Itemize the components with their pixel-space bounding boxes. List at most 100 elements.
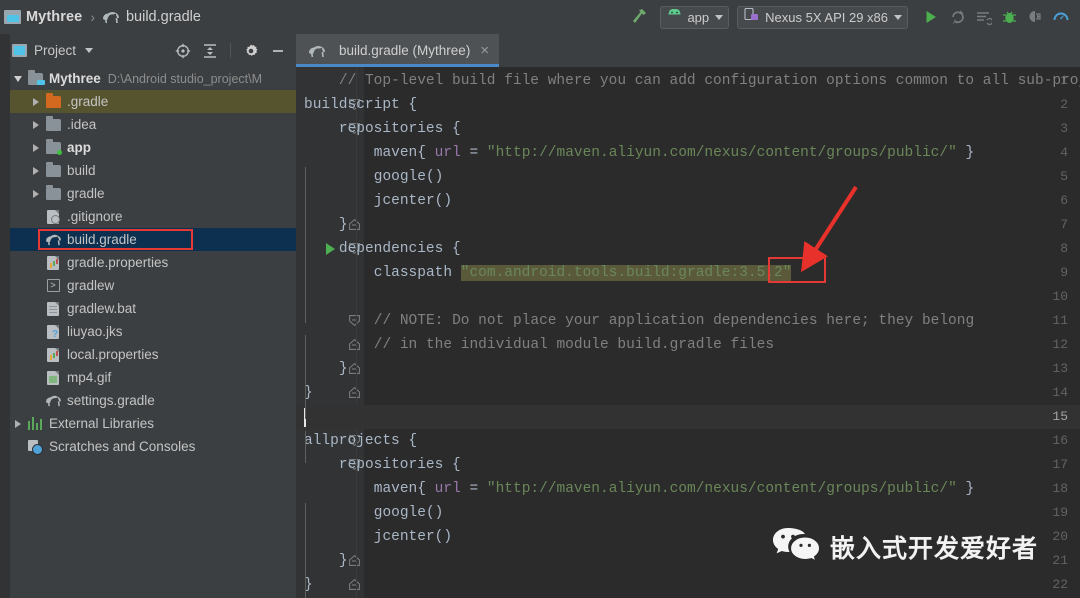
folder-icon (44, 115, 62, 131)
collapse-all-icon[interactable] (198, 39, 222, 63)
tree-item-local-properties[interactable]: local.properties (10, 343, 296, 366)
code-line[interactable]: repositories { (339, 453, 461, 477)
close-icon[interactable]: × (480, 43, 489, 58)
line-number: 4 (1060, 145, 1068, 160)
editor-tab-build-gradle[interactable]: build.gradle (Mythree) × (296, 34, 500, 67)
breadcrumb-file[interactable]: build.gradle (126, 9, 201, 25)
project-root-icon (26, 69, 45, 85)
device-selector[interactable]: Nexus 5X API 29 x86 (737, 5, 908, 29)
attach-debugger-button[interactable] (1022, 4, 1048, 30)
fold-marker-close[interactable] (349, 363, 360, 374)
fold-marker-close[interactable] (349, 579, 360, 590)
project-panel-title[interactable]: Project (34, 43, 76, 58)
tree-item-mp4-gif[interactable]: mp4.gif (10, 366, 296, 389)
tree-item-gradlew-bat[interactable]: gradlew.bat (10, 297, 296, 320)
code-line[interactable]: google() (374, 501, 444, 525)
code-line[interactable]: dependencies { (339, 237, 461, 261)
fold-line (305, 167, 306, 323)
module-selector[interactable]: app (660, 5, 730, 29)
chevron-right-icon[interactable] (28, 189, 44, 198)
code-line[interactable]: } (339, 357, 348, 381)
editor-gutter[interactable] (296, 67, 364, 598)
tree-item-label: build (67, 163, 96, 178)
fold-marker-close[interactable] (349, 219, 360, 230)
tree-root-label: Mythree (49, 71, 101, 86)
chevron-right-icon[interactable] (10, 419, 26, 428)
code-line[interactable]: } (339, 213, 348, 237)
code-line[interactable]: repositories { (339, 117, 461, 141)
code-line[interactable]: jcenter() (374, 525, 452, 549)
tree-item-build[interactable]: build (10, 159, 296, 182)
fold-marker-close[interactable] (349, 555, 360, 566)
tree-item-settings-gradle[interactable]: settings.gradle (10, 389, 296, 412)
code-line[interactable]: // in the individual module build.gradle… (374, 333, 774, 357)
tree-item-gradle-properties[interactable]: gradle.properties (10, 251, 296, 274)
wechat-icon (772, 524, 821, 569)
fold-marker-close[interactable] (349, 387, 360, 398)
code-line[interactable]: // Top-level build file where you can ad… (339, 69, 1080, 93)
scratches-icon (26, 439, 44, 455)
folder-icon (44, 161, 62, 177)
tree-item-build-gradle[interactable]: build.gradle (10, 228, 296, 251)
tree-item--idea[interactable]: .idea (10, 113, 296, 136)
tree-item-external-libraries[interactable]: External Libraries (10, 412, 296, 435)
fold-marker-open[interactable] (349, 315, 360, 326)
tree-item-liuyao-jks[interactable]: ? liuyao.jks (10, 320, 296, 343)
code-line[interactable]: jcenter() (374, 189, 452, 213)
chevron-down-icon[interactable] (10, 75, 26, 82)
hammer-icon[interactable] (626, 4, 652, 30)
code-line[interactable]: maven{ url = "http://maven.aliyun.com/ne… (374, 141, 974, 165)
apply-changes-button[interactable]: A (944, 4, 970, 30)
tree-item-label: External Libraries (49, 416, 155, 431)
code-token: url (434, 145, 461, 161)
bat-file-icon (44, 301, 62, 316)
settings-gear-icon[interactable] (239, 39, 263, 63)
tree-item-label: Scratches and Consoles (49, 439, 196, 454)
tree-item-gradlew[interactable]: > gradlew (10, 274, 296, 297)
properties-file-icon (44, 347, 62, 362)
code-token: } (338, 361, 348, 377)
code-line[interactable]: buildscript { (304, 93, 417, 117)
indent-guide (356, 67, 357, 598)
code-line[interactable]: maven{ url = "http://maven.aliyun.com/ne… (374, 477, 974, 501)
tree-item--gitignore[interactable]: .gitignore (10, 205, 296, 228)
tree-item-label: gradle (67, 186, 105, 201)
line-number: 17 (1052, 457, 1068, 472)
chevron-right-icon[interactable] (28, 120, 44, 129)
tree-item-label: .idea (67, 117, 97, 132)
code-token: } (338, 217, 348, 233)
run-button[interactable] (918, 4, 944, 30)
device-icon (744, 7, 760, 26)
tree-item-scratches-and-consoles[interactable]: Scratches and Consoles (10, 435, 296, 458)
code-token: "http://maven.aliyun.com/nexus/content/g… (486, 481, 957, 497)
tree-item-label: build.gradle (67, 232, 137, 247)
code-line[interactable]: classpath "com.android.tools.build:gradl… (374, 261, 792, 285)
tree-root[interactable]: Mythree D:\Android studio_project\M (10, 67, 296, 90)
locate-icon[interactable] (171, 39, 195, 63)
chevron-right-icon[interactable] (28, 143, 44, 152)
tree-item-gradle[interactable]: gradle (10, 182, 296, 205)
code-line[interactable]: google() (374, 165, 444, 189)
chevron-right-icon[interactable] (28, 166, 44, 175)
code-editor[interactable]: 1// Top-level build file where you can a… (296, 67, 1080, 598)
code-token: maven{ (373, 145, 435, 161)
profiler-button[interactable] (1048, 4, 1074, 30)
run-with-coverage-button[interactable] (970, 4, 996, 30)
code-line[interactable]: allprojects { (304, 429, 417, 453)
tree-item--gradle[interactable]: .gradle (10, 90, 296, 113)
line-number: 13 (1052, 361, 1068, 376)
fold-marker-close[interactable] (349, 339, 360, 350)
image-file-icon (44, 370, 62, 385)
project-tree[interactable]: Mythree D:\Android studio_project\M .gradl… (10, 67, 296, 598)
tree-item-app[interactable]: app (10, 136, 296, 159)
code-token: // NOTE: Do not place your application d… (373, 313, 975, 329)
gutter-run-icon[interactable] (326, 243, 335, 255)
chevron-right-icon[interactable] (28, 97, 44, 106)
chevron-down-icon[interactable] (85, 48, 94, 53)
code-line[interactable]: // NOTE: Do not place your application d… (374, 309, 974, 333)
line-number: 15 (1052, 409, 1068, 424)
breadcrumb-project[interactable]: Mythree (26, 9, 82, 25)
hide-panel-icon[interactable] (266, 39, 290, 63)
debug-button[interactable] (996, 4, 1022, 30)
code-line[interactable]: } (339, 549, 348, 573)
